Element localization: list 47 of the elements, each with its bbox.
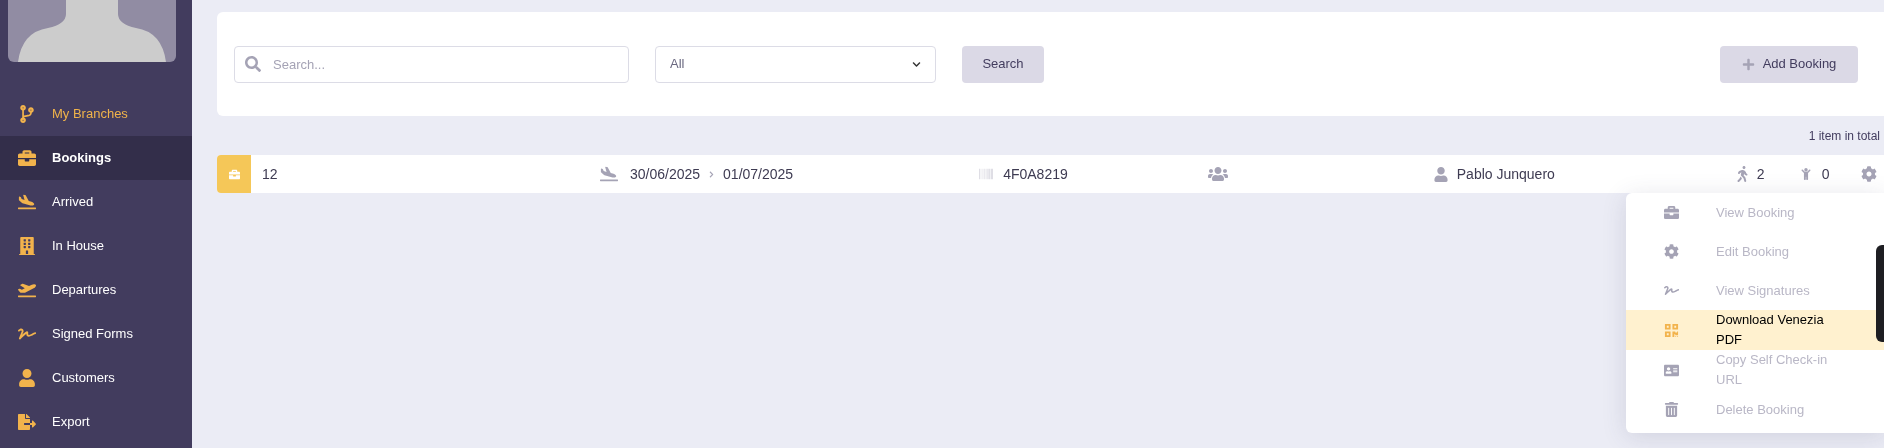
file-export-icon — [18, 413, 36, 431]
chevron-right-icon — [708, 170, 716, 178]
plane-landing-icon — [600, 165, 618, 183]
gear-icon — [1663, 244, 1679, 259]
search-icon — [245, 55, 261, 72]
plane-takeoff-icon — [18, 281, 36, 299]
sidebar-item[interactable]: In House — [0, 224, 192, 268]
total-count: 1 item in total — [1808, 127, 1880, 145]
qr-code-icon — [1663, 322, 1679, 338]
adult-count: 2 — [1756, 164, 1766, 184]
booking-row[interactable]: 12 30/06/2025 01/07/2025 4F0A8219 Pablo Junquero 2 0 — [217, 155, 1884, 193]
sidebar-item[interactable]: Arrived — [0, 180, 192, 224]
child-icon — [1800, 168, 1811, 180]
person-icon — [18, 369, 36, 387]
contact-card-icon — [1663, 362, 1679, 378]
plane-landing-icon — [18, 193, 36, 211]
signature-icon — [1663, 283, 1679, 298]
walking-person-icon — [1735, 166, 1749, 182]
search-field[interactable]: Search... — [234, 45, 629, 83]
sidebar-item[interactable]: Signed Forms — [0, 312, 192, 356]
check-in-date: 30/06/2025 — [630, 164, 701, 184]
briefcase-icon — [1663, 205, 1679, 220]
add-booking-button[interactable]: Add Booking — [1720, 45, 1858, 83]
booking-code: 4F0A8219 — [1003, 164, 1068, 184]
sidebar-item[interactable]: Export — [0, 400, 192, 444]
check-out-date: 01/07/2025 — [723, 164, 794, 184]
search-button[interactable]: Search — [962, 45, 1044, 83]
menu-item[interactable]: Download Venezia PDF — [1626, 310, 1884, 350]
trash-icon — [1663, 402, 1679, 417]
sidebar-item[interactable]: Bookings — [0, 136, 192, 180]
sidebar-item[interactable]: My Branches — [0, 92, 192, 136]
sidebar-item[interactable]: Customers — [0, 356, 192, 400]
person-icon — [1433, 166, 1448, 182]
chevron-down-icon — [912, 59, 921, 69]
booking-number: 12 — [262, 164, 279, 184]
customer-name: Pablo Junquero — [1456, 164, 1556, 184]
briefcase-icon — [228, 168, 240, 180]
filter-dropdown[interactable]: All — [655, 45, 936, 83]
plus-icon — [1741, 57, 1755, 71]
barcode-icon — [978, 167, 995, 181]
building-icon — [18, 237, 36, 255]
child-count: 0 — [1821, 164, 1831, 184]
settings-icon[interactable] — [1860, 166, 1877, 182]
group-icon — [1206, 166, 1229, 182]
sidebar-item[interactable]: Departures — [0, 268, 192, 312]
briefcase-icon — [18, 149, 36, 167]
branch-icon — [18, 105, 36, 123]
